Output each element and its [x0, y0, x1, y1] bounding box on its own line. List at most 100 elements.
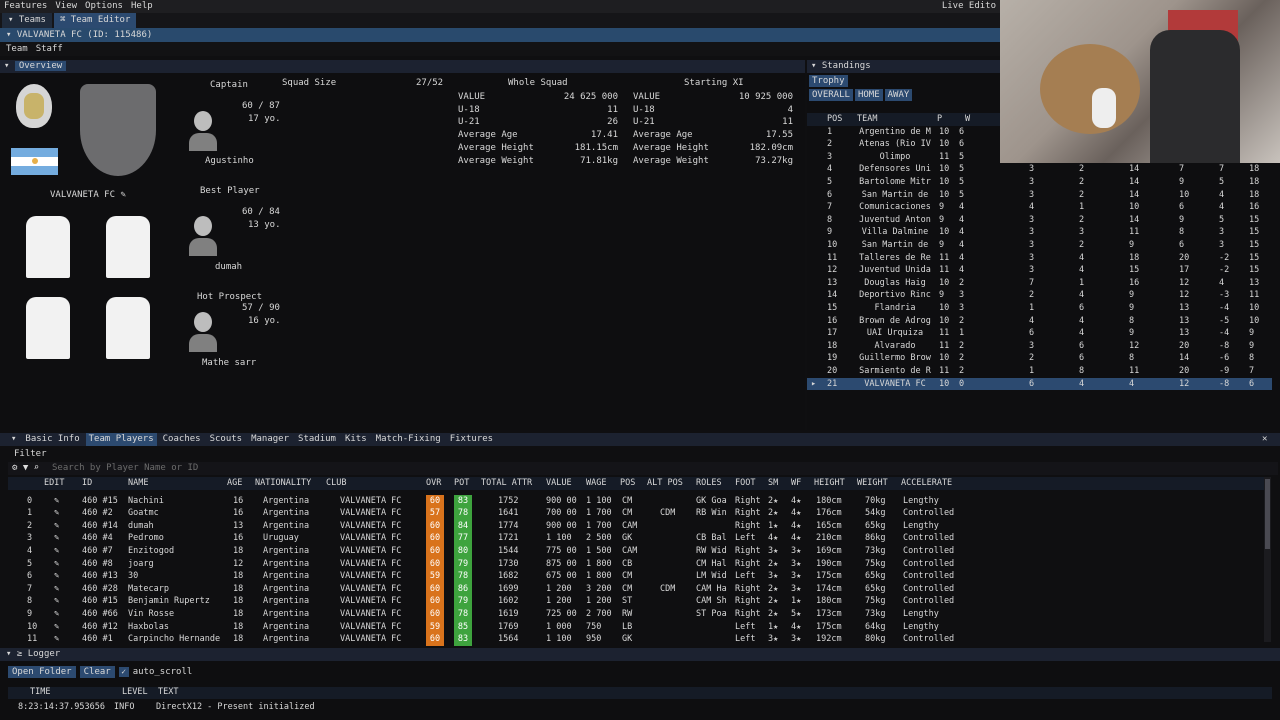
open-folder-button[interactable]: Open Folder [8, 666, 76, 678]
tab-match-fixing[interactable]: Match-Fixing [373, 433, 444, 446]
menu-live-editor[interactable]: Live Edito [938, 0, 1000, 13]
edit-icon[interactable]: ✎ [54, 608, 59, 621]
edit-icon[interactable]: ✎ [54, 570, 59, 583]
scrollbar-thumb[interactable] [1265, 479, 1270, 549]
standings-row[interactable]: 17 UAI Urquiza 11 1 6 4 9 13 -4 9 [807, 327, 1272, 340]
col-roles[interactable]: ROLES [696, 477, 722, 490]
standings-row[interactable]: 20 Sarmiento de R 11 2 1 8 11 20 -9 7 [807, 365, 1272, 378]
edit-icon[interactable]: ✎ [120, 190, 125, 200]
table-row[interactable]: ✎ 8 460 #15 Benjamin Rupertz 18 Argentina VALV… [0, 595, 1262, 608]
table-row[interactable]: ✎ 1 460 #2 Goatmc 16 Argentina VALVANETA FC 57 7… [0, 507, 1262, 520]
search-input[interactable]: ⚙ ▼ ⌕ Search by Player Name or ID [8, 462, 1278, 475]
trophy-tab[interactable]: Trophy [809, 75, 848, 87]
col-name[interactable]: NAME [128, 477, 148, 490]
overview-header[interactable]: ▾ Overview [0, 60, 805, 73]
standings-row[interactable]: 10 San Martin de 9 4 3 2 9 6 3 15 [807, 239, 1272, 252]
col-value[interactable]: VALUE [546, 477, 572, 490]
col-text[interactable]: TEXT [158, 687, 178, 697]
standings-row[interactable]: 5 Bartolome Mitr 10 5 3 2 14 9 5 18 [807, 176, 1272, 189]
table-row[interactable]: ✎ 5 460 #8 joarg 12 Argentina VALVANETA FC 60 79… [0, 557, 1262, 571]
standings-row[interactable]: ▸ 21 VALVANETA FC 10 0 6 4 4 12 -8 6 [807, 377, 1272, 391]
edit-icon[interactable]: ✎ [54, 495, 59, 508]
col-nationality[interactable]: NATIONALITY [255, 477, 311, 490]
col-club[interactable]: CLUB [326, 477, 346, 490]
standings-row[interactable]: 12 Juventud Unida 11 4 3 4 15 17 -2 15 [807, 264, 1272, 277]
subtab-team[interactable]: Team [6, 42, 28, 56]
table-row[interactable]: ✎ 10 460 #12 Haxbolas 18 Argentina VALVANETA F… [0, 620, 1262, 634]
kit-gk[interactable] [106, 297, 150, 359]
kit-home[interactable] [26, 216, 70, 278]
tab-team-editor[interactable]: ⌘ Team Editor [53, 13, 137, 28]
standings-col-p[interactable]: P [937, 113, 942, 126]
standings-row[interactable]: 4 Defensores Uni 10 5 3 2 14 7 7 18 [807, 163, 1272, 176]
col-accelerate[interactable]: ACCELERATE [901, 477, 952, 490]
table-row[interactable]: ✎ 4 460 #7 Enzitogod 18 Argentina VALVANETA FC… [0, 545, 1262, 558]
edit-icon[interactable]: ✎ [54, 532, 59, 545]
overall-button[interactable]: OVERALL [809, 89, 853, 101]
edit-icon[interactable]: ✎ [54, 633, 59, 646]
subtab-staff[interactable]: Staff [36, 42, 63, 56]
menu-view[interactable]: View [51, 0, 81, 13]
standings-col-team[interactable]: TEAM [857, 113, 877, 126]
col-time[interactable]: TIME [30, 687, 50, 697]
col-age[interactable]: AGE [227, 477, 242, 490]
col-height[interactable]: HEIGHT [814, 477, 845, 490]
tab-basic-info[interactable]: Basic Info [22, 433, 82, 446]
standings-row[interactable]: 15 Flandria 10 3 1 6 9 13 -4 10 [807, 302, 1272, 315]
edit-icon[interactable]: ✎ [54, 595, 59, 608]
home-button[interactable]: HOME [854, 89, 883, 101]
edit-icon[interactable]: ✎ [54, 520, 59, 533]
edit-icon[interactable]: ✎ [54, 558, 59, 571]
standings-row[interactable]: 9 Villa Dalmine 10 4 3 3 11 8 3 15 [807, 226, 1272, 239]
table-row[interactable]: ✎ 3 460 #4 Pedromo 16 Uruguay VALVANETA FC 60 77… [0, 532, 1262, 545]
kit-away[interactable] [106, 216, 150, 278]
col-total-attr[interactable]: TOTAL ATTR [481, 477, 532, 490]
col-sm[interactable]: SM [768, 477, 778, 490]
col-ovr[interactable]: OVR [426, 477, 441, 490]
auto-scroll-checkbox[interactable]: ✓ [118, 667, 129, 677]
collapse-icon[interactable]: ▾ [6, 30, 17, 40]
standings-row[interactable]: 14 Deportivo Rinc 9 3 2 4 9 12 -3 11 [807, 289, 1272, 302]
standings-row[interactable]: 19 Guillermo Brow 10 2 2 6 8 14 -6 8 [807, 352, 1272, 365]
tab-coaches[interactable]: Coaches [160, 433, 204, 446]
table-row[interactable]: ✎ 7 460 #28 Matecarp 18 Argentina VALVANETA FC… [0, 582, 1262, 596]
col-alt-pos[interactable]: ALT POS [647, 477, 683, 490]
col-level[interactable]: LEVEL [122, 687, 148, 697]
table-row[interactable]: ✎ 11 460 #1 Carpincho Hernande 18 Argentina VA… [0, 633, 1262, 646]
close-icon[interactable]: ✕ [1262, 434, 1267, 444]
standings-row[interactable]: 6 San Martin de 10 5 3 2 14 10 4 18 [807, 189, 1272, 202]
shield-placeholder[interactable] [80, 84, 156, 176]
tab-manager[interactable]: Manager [248, 433, 292, 446]
tab-kits[interactable]: Kits [342, 433, 370, 446]
tab-teams[interactable]: ▾ Teams [2, 13, 52, 28]
col-edit[interactable]: EDIT [44, 477, 64, 490]
menu-features[interactable]: Features [0, 0, 51, 13]
standings-col-pos[interactable]: POS [827, 113, 842, 126]
standings-row[interactable]: 16 Brown de Adrog 10 2 4 4 8 13 -5 10 [807, 315, 1272, 328]
collapse-icon[interactable]: ▾ [8, 433, 19, 446]
menu-help[interactable]: Help [127, 0, 157, 13]
col-pos[interactable]: POS [620, 477, 635, 490]
tab-stadium[interactable]: Stadium [295, 433, 339, 446]
standings-row[interactable]: 11 Talleres de Re 11 4 3 4 18 20 -2 15 [807, 252, 1272, 265]
col-wage[interactable]: WAGE [586, 477, 606, 490]
edit-icon[interactable]: ✎ [54, 507, 59, 520]
table-row[interactable]: ✎ 2 460 #14 dumah 13 Argentina VALVANETA FC 60 8… [0, 519, 1262, 533]
col-id[interactable]: ID [82, 477, 92, 490]
tab-team-players[interactable]: Team Players [85, 433, 157, 446]
tab-fixtures[interactable]: Fixtures [447, 433, 496, 446]
tab-scouts[interactable]: Scouts [207, 433, 246, 446]
col-weight[interactable]: WEIGHT [857, 477, 888, 490]
table-row[interactable]: ✎ 0 460 #15 Nachini 16 Argentina VALVANETA FC 6… [0, 494, 1262, 508]
table-row[interactable]: ✎ 6 460 #13 30 18 Argentina VALVANETA FC 59 78 16… [0, 570, 1262, 583]
col-wf[interactable]: WF [791, 477, 801, 490]
edit-icon[interactable]: ✎ [54, 583, 59, 596]
standings-row[interactable]: 7 Comunicaciones 9 4 4 1 10 6 4 16 [807, 201, 1272, 214]
standings-col-w[interactable]: W [965, 113, 970, 126]
kit-third[interactable] [26, 297, 70, 359]
menu-options[interactable]: Options [81, 0, 127, 13]
col-foot[interactable]: FOOT [735, 477, 755, 490]
col-pot[interactable]: POT [454, 477, 469, 490]
table-row[interactable]: ✎ 9 460 #66 Vin Rosse 18 Argentina VALVANETA F… [0, 608, 1262, 621]
filter-icon[interactable]: ⚙ ▼ ⌕ [12, 462, 39, 475]
